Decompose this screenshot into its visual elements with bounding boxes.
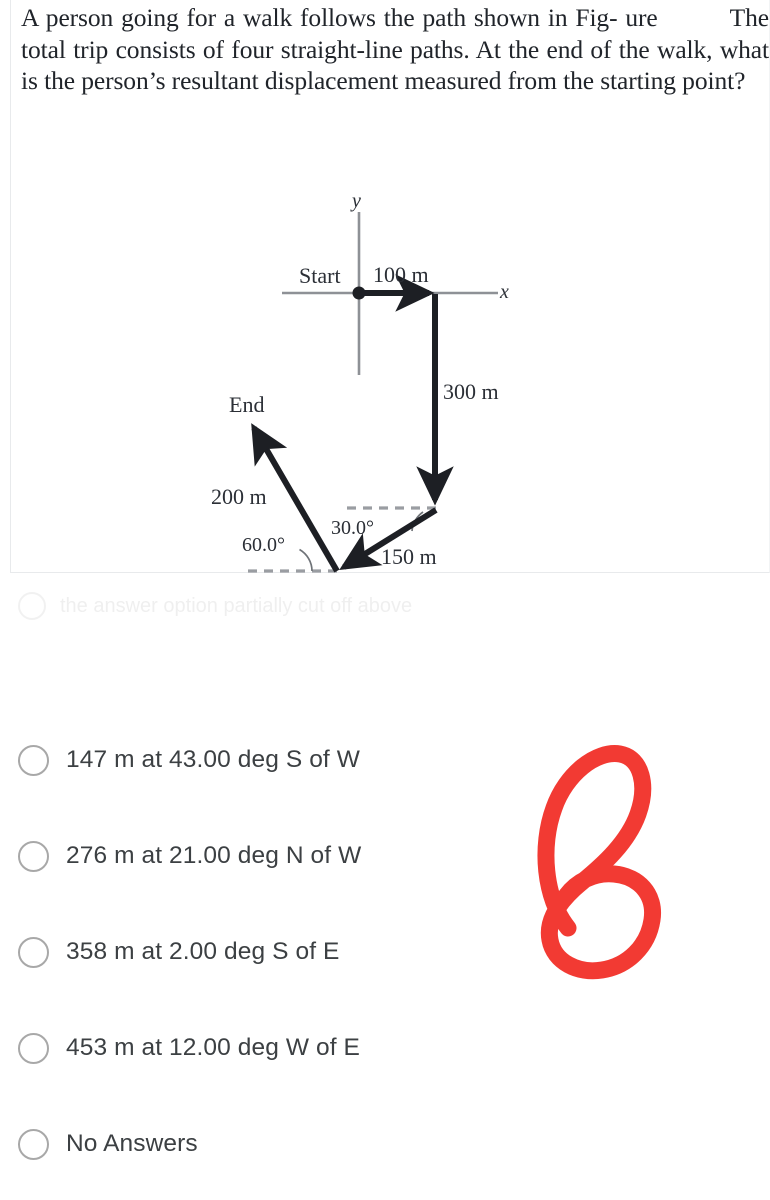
angle-60-label: 60.0° <box>242 534 285 556</box>
angle-30-label: 30.0° <box>331 517 374 539</box>
option-label-2: 276 m at 21.00 deg N of W <box>66 842 362 869</box>
cut-off-option-row: the answer option partially cut off abov… <box>18 592 448 620</box>
cut-off-radio-icon <box>18 592 46 620</box>
leg-300m-label: 300 m <box>443 379 499 404</box>
option-row-5[interactable]: No Answers <box>0 1096 770 1192</box>
y-axis-label: y <box>352 190 361 212</box>
leg-100m-label: 100 m <box>373 262 429 287</box>
question-text: A person going for a walk follows the pa… <box>21 2 769 97</box>
start-label: Start <box>299 263 341 288</box>
handwritten-annotation <box>520 742 700 992</box>
leg-150m-label: 150 m <box>381 544 437 569</box>
angle-arc-60 <box>299 548 313 572</box>
question-text-part1: A person going for a walk follows the pa… <box>21 3 618 32</box>
question-text-part2: ure <box>625 3 658 32</box>
leg-200m-label: 200 m <box>211 484 267 509</box>
x-axis-label: x <box>500 281 509 303</box>
end-label: End <box>229 392 265 417</box>
option-row-4[interactable]: 453 m at 12.00 deg W of E <box>0 1000 770 1096</box>
option-label-1: 147 m at 43.00 deg S of W <box>66 746 360 773</box>
option-label-3: 358 m at 2.00 deg S of E <box>66 938 340 965</box>
vector-leg-150m <box>339 507 438 570</box>
question-card: A person going for a walk follows the pa… <box>10 0 770 573</box>
start-point-dot <box>352 286 366 300</box>
radio-button-icon[interactable] <box>18 936 49 968</box>
cut-off-option-label: the answer option partially cut off abov… <box>60 594 413 617</box>
radio-button-icon[interactable] <box>18 744 49 776</box>
vector-leg-200m <box>251 423 340 573</box>
radio-button-icon[interactable] <box>18 1128 49 1160</box>
angle-arc-30 <box>411 511 424 532</box>
handwritten-eight-icon <box>537 745 662 980</box>
option-label-4: 453 m at 12.00 deg W of E <box>66 1034 360 1061</box>
radio-button-icon[interactable] <box>18 1032 49 1064</box>
option-label-5: No Answers <box>66 1130 198 1157</box>
radio-button-icon[interactable] <box>18 840 49 872</box>
